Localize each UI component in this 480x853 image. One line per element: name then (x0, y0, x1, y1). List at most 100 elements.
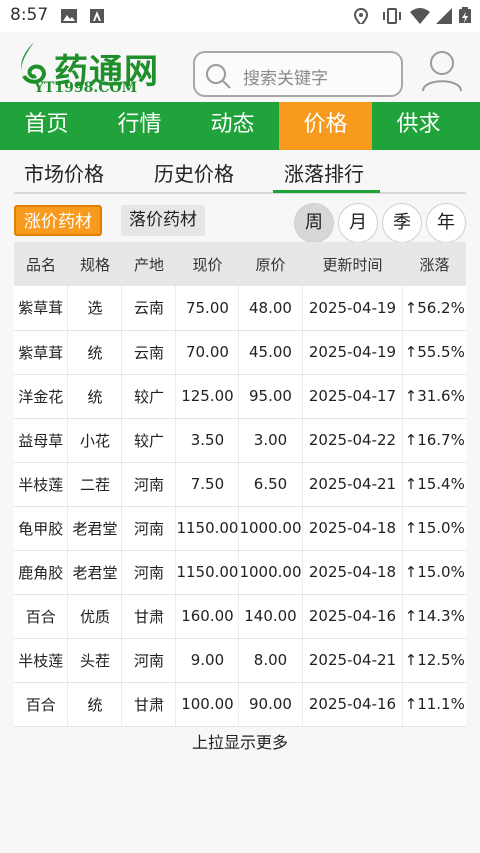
nav-market[interactable]: 行情 (93, 102, 186, 150)
cell-change: ↑56.2% (402, 286, 466, 331)
fall-filter-button[interactable]: 落价药材 (121, 205, 205, 236)
main-nav: 首页 行情 动态 价格 供求 (0, 102, 480, 150)
cell-name: 百合 (14, 594, 69, 639)
cell-spec: 头茬 (67, 638, 123, 683)
cell-spec: 小花 (67, 418, 123, 463)
search-placeholder: 搜索关键字 (243, 69, 328, 89)
cell-original-price: 3.00 (238, 418, 303, 463)
cell-change: ↑12.5% (402, 638, 466, 683)
cell-name: 百合 (14, 682, 69, 727)
header-current-price: 现价 (192, 255, 223, 274)
cell-name: 龟甲胶 (14, 506, 69, 551)
cell-change: ↑16.7% (402, 418, 466, 463)
status-time: 8:57 (10, 5, 49, 25)
table-row[interactable]: 龟甲胶 老君堂 河南 1150.00 1000.00 2025-04-18 ↑15.0% (14, 506, 466, 551)
table-row[interactable]: 紫草茸统云南 70.00 45.00 2025-04-19 ↑55.5% (14, 330, 466, 375)
table-row[interactable]: 百合统甘肃 100.00 90.00 2025-04-16 ↑11.1% (14, 682, 466, 727)
cell-origin: 云南 (121, 330, 177, 375)
cell-spec: 优质 (67, 594, 123, 639)
cell-origin: 甘肃 (121, 682, 177, 727)
header-update-time: 更新时间 (322, 255, 383, 274)
cell-change: ↑14.3% (402, 594, 466, 639)
price-ranking-table: 品名 规格 产地 现价 原价 更新时间 涨落 紫草茸选云南 75.00 48.00 2… (14, 242, 466, 727)
cell-origin: 河南 (121, 506, 177, 551)
cell-current-price: 3.50 (175, 418, 240, 463)
cell-name: 益母草 (14, 418, 69, 463)
table-row[interactable]: 半枝莲 头茬 河南 9.00 8.00 2025-04-21 ↑12.5% (14, 638, 466, 683)
period-quarter-button[interactable]: 季 (382, 203, 422, 243)
cell-spec: 老君堂 (67, 506, 123, 551)
cell-spec: 二茬 (67, 462, 123, 507)
nav-home[interactable]: 首页 (0, 102, 93, 150)
tab-ranking[interactable]: 涨落排行 (284, 158, 364, 187)
tab-history-price[interactable]: 历史价格 (154, 158, 234, 187)
cell-original-price: 1000.00 (238, 550, 303, 595)
table-row[interactable]: 紫草茸选云南 75.00 48.00 2025-04-19 ↑56.2% (14, 286, 466, 331)
table-row[interactable]: 益母草 小花 较广 3.50 3.00 2025-04-22 ↑16.7% (14, 418, 466, 463)
cell-change: ↑31.6% (402, 374, 466, 419)
cell-name: 半枝莲 (14, 462, 69, 507)
cell-update-time: 2025-04-21 (302, 638, 404, 683)
table-row[interactable]: 鹿角胶 老君堂 河南 1150.00 1000.00 2025-04-18 ↑15.0% (14, 550, 466, 595)
battery-icon (459, 7, 471, 23)
header-name: 品名 (25, 255, 56, 274)
cell-original-price: 95.00 (238, 374, 303, 419)
cell-change: ↑15.0% (402, 550, 466, 595)
cell-origin: 云南 (121, 286, 177, 331)
cell-current-price: 75.00 (175, 286, 240, 331)
cell-name: 鹿角胶 (14, 550, 69, 595)
cell-update-time: 2025-04-16 (302, 682, 404, 727)
rise-filter-button[interactable]: 涨价药材 (14, 205, 102, 236)
cell-origin: 河南 (121, 638, 177, 683)
table-header-row: 品名 规格 产地 现价 原价 更新时间 涨落 (14, 242, 466, 286)
app-notification-icon (90, 9, 104, 23)
location-icon (354, 8, 368, 24)
header-change: 涨落 (419, 255, 450, 274)
table-row[interactable]: 洋金花统较广 125.00 95.00 2025-04-17 ↑31.6% (14, 374, 466, 419)
cell-current-price: 9.00 (175, 638, 240, 683)
image-notification-icon (61, 9, 77, 23)
cell-change: ↑11.1% (402, 682, 466, 727)
cell-original-price: 90.00 (238, 682, 303, 727)
header-spec: 规格 (79, 255, 110, 274)
cell-update-time: 2025-04-21 (302, 462, 404, 507)
cell-update-time: 2025-04-17 (302, 374, 404, 419)
cell-name: 紫草茸 (14, 286, 69, 331)
search-icon (206, 64, 231, 89)
price-subtabs: 市场价格 历史价格 涨落排行 (14, 150, 466, 194)
nav-price[interactable]: 价格 (279, 102, 372, 150)
cell-current-price: 100.00 (175, 682, 240, 727)
cell-spec: 选 (67, 286, 123, 331)
cell-original-price: 1000.00 (238, 506, 303, 551)
table-row[interactable]: 半枝莲 二茬 河南 7.50 6.50 2025-04-21 ↑15.4% (14, 462, 466, 507)
cell-update-time: 2025-04-22 (302, 418, 404, 463)
cell-spec: 统 (67, 682, 123, 727)
cell-change: ↑55.5% (402, 330, 466, 375)
table-row[interactable]: 百合 优质 甘肃 160.00 140.00 2025-04-16 ↑14.3% (14, 594, 466, 639)
cell-origin: 甘肃 (121, 594, 177, 639)
period-month-button[interactable]: 月 (338, 203, 378, 243)
search-box[interactable]: 搜索关键字 (193, 51, 403, 97)
cell-current-price: 7.50 (175, 462, 240, 507)
header-original-price: 原价 (255, 255, 286, 274)
cell-original-price: 6.50 (238, 462, 303, 507)
nav-news[interactable]: 动态 (186, 102, 279, 150)
cell-name: 紫草茸 (14, 330, 69, 375)
cell-origin: 河南 (121, 462, 177, 507)
app-header: 药通网 YT1998.COM 搜索关键字 (0, 32, 480, 102)
cell-original-price: 8.00 (238, 638, 303, 683)
load-more-hint: 上拉显示更多 (191, 733, 288, 752)
wifi-icon (410, 8, 430, 24)
cell-change: ↑15.0% (402, 506, 466, 551)
tab-market-price[interactable]: 市场价格 (24, 158, 104, 187)
cell-origin: 河南 (121, 550, 177, 595)
status-bar: 8:57 (0, 0, 480, 32)
cell-spec: 统 (67, 330, 123, 375)
cell-current-price: 1150.00 (175, 550, 240, 595)
user-avatar-icon[interactable] (420, 48, 464, 92)
nav-supply[interactable]: 供求 (372, 102, 465, 150)
cell-origin: 较广 (121, 418, 177, 463)
period-year-button[interactable]: 年 (426, 203, 466, 243)
cell-current-price: 70.00 (175, 330, 240, 375)
period-week-button[interactable]: 周 (294, 203, 334, 243)
